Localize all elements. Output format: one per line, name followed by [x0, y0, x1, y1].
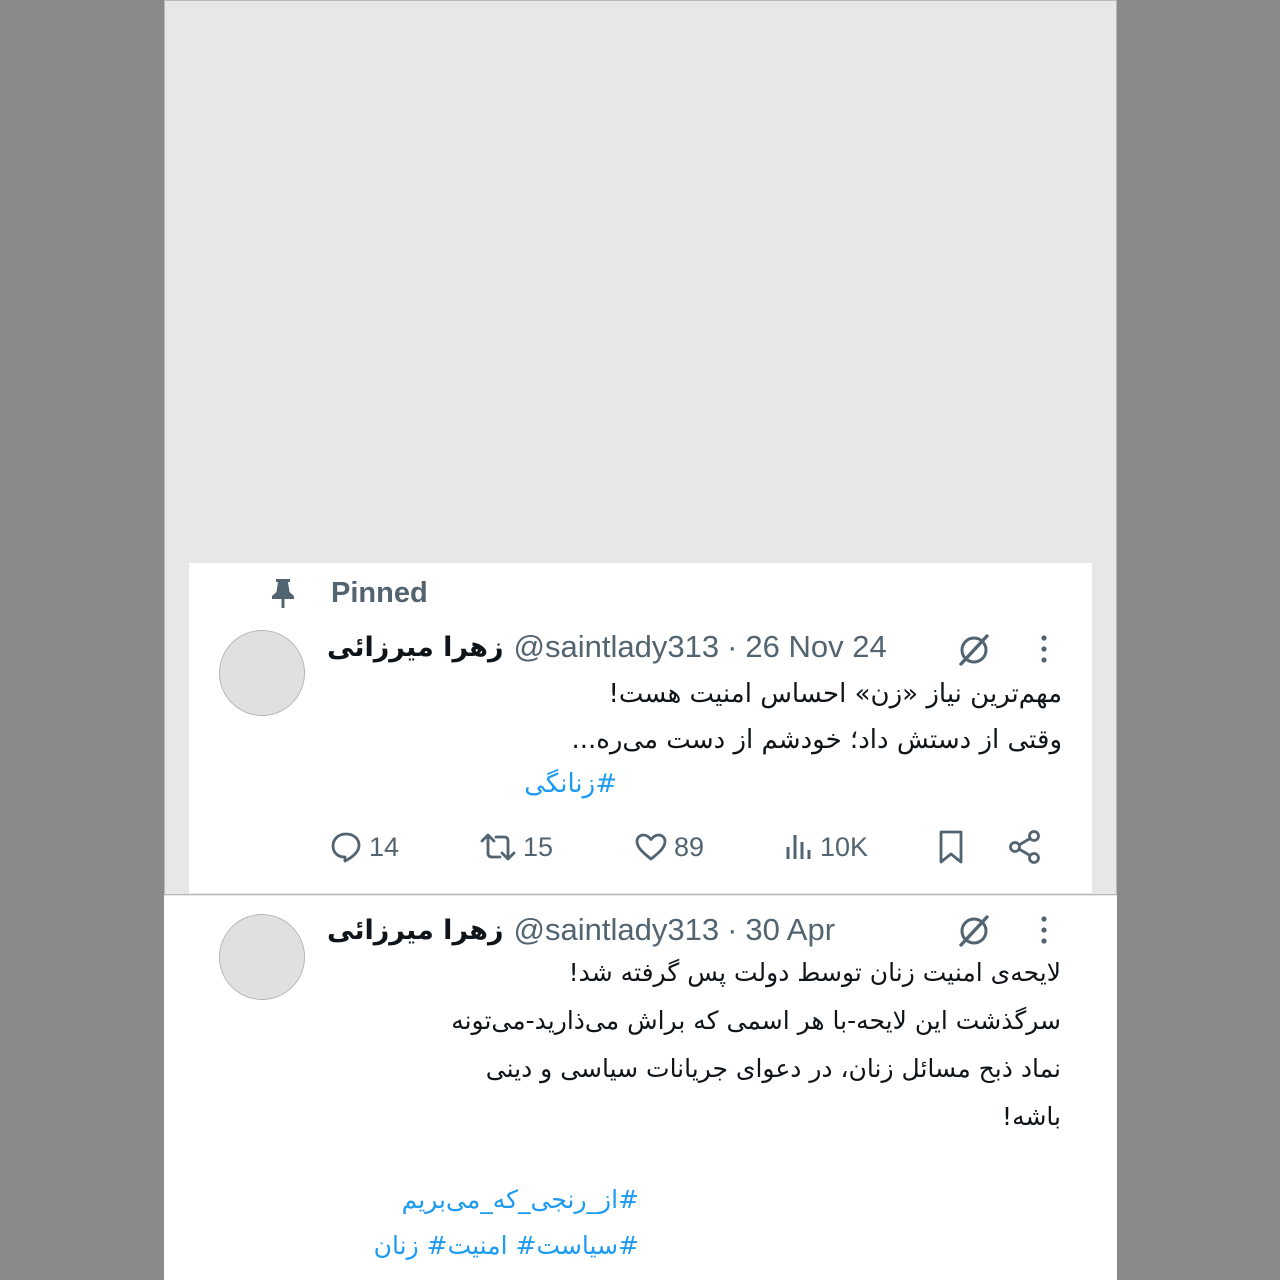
- more-icon[interactable]: [1039, 914, 1049, 948]
- reply-icon: [331, 832, 361, 863]
- views-count: 10K: [820, 831, 869, 862]
- hashtag-link[interactable]: #زنانگی: [524, 761, 617, 807]
- tweet-line: سرگذشت این لایحه-با هر اسمی که براش می‌ذ…: [451, 1006, 1061, 1035]
- user-handle[interactable]: @saintlady313: [514, 629, 720, 665]
- avatar[interactable]: [219, 914, 305, 1000]
- views-button[interactable]: 10K: [784, 825, 868, 869]
- more-icon[interactable]: [1039, 633, 1049, 667]
- bookmark-button[interactable]: [936, 825, 966, 869]
- tweet-text: لایحه‌ی امنیت زنان توسط دولت پس گرفته شد…: [451, 949, 1061, 1141]
- hashtag-link[interactable]: #از_رنجی_که_می‌بریم: [374, 1177, 639, 1223]
- pinned-label: Pinned: [331, 576, 428, 609]
- tweet-line: وقتی از دستش داد؛ خودشم از دست می‌ره...: [571, 725, 1062, 755]
- like-icon: [635, 833, 667, 861]
- separator-dot: ·: [727, 629, 738, 664]
- like-count: 89: [674, 831, 705, 862]
- tweet-date[interactable]: 26 Nov 24: [745, 629, 886, 665]
- repost-count: 15: [523, 831, 554, 862]
- repost-icon: [480, 833, 516, 861]
- reply-count: 14: [369, 831, 400, 862]
- display-name[interactable]: زهرا میرزائی: [327, 915, 504, 946]
- grok-icon[interactable]: [955, 631, 993, 669]
- like-button[interactable]: 89: [634, 825, 704, 869]
- avatar[interactable]: [219, 630, 305, 716]
- avatar-image: [220, 631, 304, 715]
- tweet-header: زهرا میرزائی @saintlady313 · 30 Apr: [327, 910, 835, 950]
- hashtag-list: #از_رنجی_که_می‌بریم #سیاست# امنیت# زنان: [374, 1177, 639, 1269]
- separator-dot: ·: [727, 912, 738, 947]
- tweet-line: نماد ذبح مسائل زنان، در دعوای جریانات سی…: [485, 1054, 1061, 1083]
- share-icon: [1009, 830, 1040, 864]
- bookmark-icon: [939, 830, 963, 864]
- tweet-header: زهرا میرزائی @saintlady313 · 26 Nov 24: [327, 627, 887, 667]
- reply-button[interactable]: 14: [329, 825, 399, 869]
- tweet-line: لایحه‌ی امنیت زنان توسط دولت پس گرفته شد…: [568, 958, 1061, 987]
- display-name[interactable]: زهرا میرزائی: [327, 632, 504, 663]
- tweet-actions: 14 15 89 10K: [329, 825, 1089, 869]
- tweet-line: باشه!: [1002, 1102, 1061, 1131]
- tweet-date[interactable]: 30 Apr: [745, 912, 835, 948]
- user-handle[interactable]: @saintlady313: [514, 912, 720, 948]
- repost-button[interactable]: 15: [479, 825, 553, 869]
- avatar-image: [220, 915, 304, 999]
- share-button[interactable]: [1007, 825, 1043, 869]
- grok-icon[interactable]: [955, 912, 993, 950]
- tweet-text: مهم‌ترین نیاز «زن» احساس امنیت هست! وقتی…: [571, 671, 1062, 763]
- pin-icon: [272, 579, 294, 608]
- screenshot-frame: Pinned زهرا میرزائی @saintlady313 · 26 N…: [164, 0, 1117, 1280]
- pinned-tweet[interactable]: Pinned زهرا میرزائی @saintlady313 · 26 N…: [189, 563, 1092, 893]
- pinned-indicator: Pinned: [269, 575, 428, 611]
- tweet[interactable]: زهرا میرزائی @saintlady313 · 30 Apr لایح…: [164, 895, 1117, 1280]
- views-icon: [786, 835, 811, 859]
- tweet-line: مهم‌ترین نیاز «زن» احساس امنیت هست!: [608, 679, 1062, 709]
- hashtag-link[interactable]: #سیاست# امنیت# زنان: [374, 1223, 639, 1269]
